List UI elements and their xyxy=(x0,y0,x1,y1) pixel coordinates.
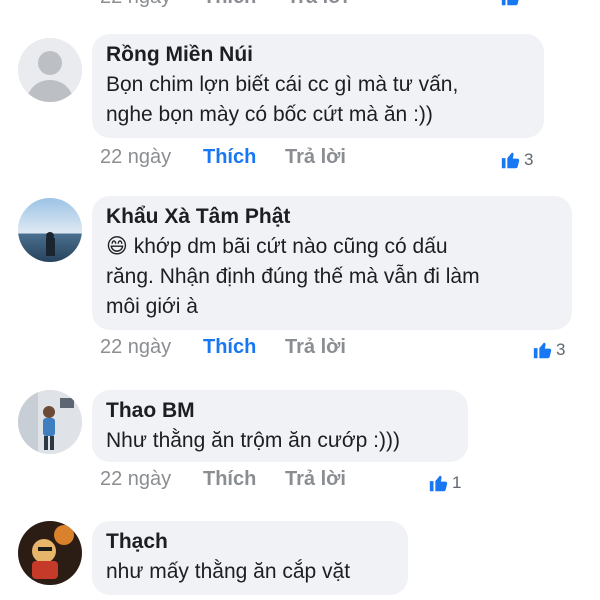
avatar[interactable] xyxy=(18,390,82,454)
comment-text: Như thằng ăn trộm ăn cướp :))) xyxy=(106,429,400,452)
comment-time: 22 ngày xyxy=(100,0,171,9)
avatar[interactable] xyxy=(18,198,82,262)
reply-button[interactable]: Trả lời xyxy=(287,0,348,9)
comment-bubble: Thao BM Như thằng ăn trộm ăn cướp :))) xyxy=(92,390,468,462)
default-user-avatar-icon xyxy=(18,38,82,102)
cartoon-character-avatar-icon xyxy=(18,521,82,585)
reaction-summary[interactable]: 1 xyxy=(428,471,461,495)
comment-author[interactable]: Thạch xyxy=(106,527,394,557)
reaction-count: 3 xyxy=(556,340,566,359)
reply-button[interactable]: Trả lời xyxy=(285,146,346,169)
comment-bubble: Thạch như mấy thằng ăn cắp vặt xyxy=(92,521,408,595)
comment-time: 22 ngày xyxy=(100,336,172,358)
sea-sunset-avatar-icon xyxy=(18,198,82,262)
comment-author[interactable]: Khẩu Xà Tâm Phật xyxy=(106,202,558,232)
comment-bubble: Rồng Miền Núi Bọn chim lợn biết cái cc g… xyxy=(92,34,544,138)
thumbs-up-icon xyxy=(501,152,520,169)
reply-button[interactable]: Trả lời xyxy=(285,468,346,491)
comment-text: như mấy thằng ăn cắp vặt xyxy=(106,560,351,583)
comment-text-line: 😄 khớp dm bãi cứt nào cũng có dấu xyxy=(106,235,448,258)
comment-actions: 22 ngày Thích Trả lời xyxy=(100,468,400,492)
person-standing-avatar-icon xyxy=(18,390,82,454)
avatar[interactable] xyxy=(18,38,82,102)
reaction-summary[interactable]: 3 xyxy=(500,148,533,172)
grinning-face-emoji-icon: 😄 xyxy=(106,235,128,258)
comment-author[interactable]: Rồng Miền Núi xyxy=(106,40,530,70)
comment-actions: 22 ngày Thích Trả lời xyxy=(100,336,400,360)
comment-text: răng. Nhận định đúng thế mà vẫn đi làm m… xyxy=(106,265,480,318)
thumbs-up-icon xyxy=(533,342,552,359)
like-button[interactable]: Thích xyxy=(203,336,256,359)
like-button[interactable]: Thích xyxy=(203,468,256,491)
comment-bubble: Khẩu Xà Tâm Phật 😄 khớp dm bãi cứt nào c… xyxy=(92,196,572,330)
avatar[interactable] xyxy=(18,521,82,585)
thumbs-up-icon xyxy=(429,475,448,492)
reaction-summary[interactable]: 3 xyxy=(532,338,565,362)
comment-author[interactable]: Thao BM xyxy=(106,396,454,426)
comment-time: 22 ngày xyxy=(100,468,172,490)
previous-comment-meta: 22 ngày Thích Trả lời xyxy=(0,0,600,8)
comment-time: 22 ngày xyxy=(100,146,172,168)
reaction-count xyxy=(500,0,522,14)
like-button[interactable]: Thích xyxy=(203,0,256,9)
reaction-count: 1 xyxy=(452,473,462,492)
like-button[interactable]: Thích xyxy=(203,146,256,169)
reaction-count: 3 xyxy=(524,150,534,169)
reply-button[interactable]: Trả lời xyxy=(285,336,346,359)
comment-actions: 22 ngày Thích Trả lời xyxy=(100,146,400,170)
comment-text: Bọn chim lợn biết cái cc gì mà tư vấn, n… xyxy=(106,73,459,126)
thumbs-up-icon xyxy=(501,0,519,6)
